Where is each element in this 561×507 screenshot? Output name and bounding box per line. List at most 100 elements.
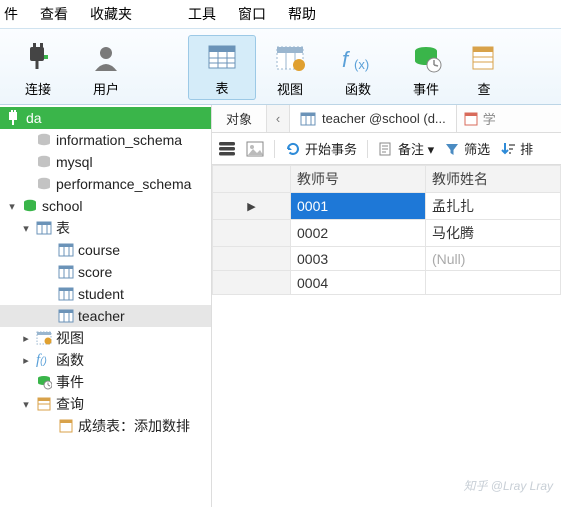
ribbon-view-label: 视图 xyxy=(277,79,303,98)
tree-queries-group[interactable]: ▾ 查询 xyxy=(0,393,211,415)
database-icon xyxy=(36,176,52,192)
tree-table-score[interactable]: score xyxy=(0,261,211,283)
menu-file[interactable]: 件 xyxy=(4,4,18,24)
grid-col-id[interactable]: 教师号 xyxy=(291,166,426,193)
ribbon-table[interactable]: 表 xyxy=(188,35,256,100)
grid-row[interactable]: 0003 (Null) xyxy=(213,247,561,271)
table-icon xyxy=(205,38,239,76)
toolbar-filter[interactable]: 筛选 xyxy=(444,139,490,158)
ribbon-function-label: 函数 xyxy=(345,79,371,98)
grid-cell-name[interactable] xyxy=(426,271,561,295)
tree-query-item[interactable]: 成绩表：添加数排 xyxy=(0,415,211,437)
main-area: da information_schema mysql performance_… xyxy=(0,105,561,507)
toolbar-rows-button[interactable] xyxy=(218,141,236,157)
grid-row[interactable]: 0002 马化腾 xyxy=(213,220,561,247)
toolbar-filter-label: 筛选 xyxy=(464,139,490,158)
memo-icon xyxy=(378,141,394,157)
toolbar-begin-tx[interactable]: 开始事务 xyxy=(285,139,357,158)
grid-corner xyxy=(213,166,291,193)
menu-tools[interactable]: 工具 xyxy=(188,4,216,24)
ribbon-table-label: 表 xyxy=(215,78,228,97)
event-icon xyxy=(409,39,443,77)
database-icon xyxy=(36,154,52,170)
tree-views-group[interactable]: ▸ 视图 xyxy=(0,327,211,349)
tree-db-information-schema[interactable]: information_schema xyxy=(0,129,211,151)
toolbar-img-button[interactable] xyxy=(246,141,264,157)
tab-extra[interactable]: 学 xyxy=(457,109,502,128)
grid-cell-null[interactable]: (Null) xyxy=(426,247,561,271)
grid-cell-id[interactable]: 0002 xyxy=(291,220,426,247)
chevron-right-icon[interactable]: ▸ xyxy=(20,332,32,345)
sort-icon xyxy=(500,141,516,157)
tree-table-label: score xyxy=(78,264,112,280)
row-indicator xyxy=(213,220,291,247)
grid-row[interactable]: 0004 xyxy=(213,271,561,295)
ribbon-connect[interactable]: 连接 xyxy=(4,37,72,100)
table-icon xyxy=(58,308,74,324)
data-toolbar: 开始事务 备注 ▾ 筛选 排 xyxy=(212,133,561,165)
tree-table-course[interactable]: course xyxy=(0,239,211,261)
user-icon xyxy=(89,39,123,77)
chevron-down-icon[interactable]: ▾ xyxy=(20,398,32,411)
plug-icon xyxy=(21,39,55,77)
chevron-right-icon[interactable]: ▸ xyxy=(20,354,32,367)
tree-db-school[interactable]: ▾ school xyxy=(0,195,211,217)
tab-extra-label: 学 xyxy=(483,109,496,128)
menu-view[interactable]: 查看 xyxy=(40,4,68,24)
chevron-down-icon[interactable]: ▾ xyxy=(6,200,18,213)
grid-cell-id[interactable]: 0003 xyxy=(291,247,426,271)
function-icon: f() xyxy=(36,352,52,369)
ribbon-toolbar: 连接 用户 表 视图 f(x) 函数 事件 查 xyxy=(0,28,561,105)
tree-table-student[interactable]: student xyxy=(0,283,211,305)
rows-icon xyxy=(218,141,236,157)
tree-functions-group[interactable]: ▸ f() 函数 xyxy=(0,349,211,371)
row-indicator-icon: ▶ xyxy=(213,193,291,220)
ribbon-view[interactable]: 视图 xyxy=(256,37,324,100)
tree-db-mysql[interactable]: mysql xyxy=(0,151,211,173)
toolbar-sort[interactable]: 排 xyxy=(500,139,533,158)
refresh-icon xyxy=(285,141,301,157)
ribbon-event[interactable]: 事件 xyxy=(392,37,460,100)
object-tree: da information_schema mysql performance_… xyxy=(0,105,212,507)
grid-col-name[interactable]: 教师姓名 xyxy=(426,166,561,193)
tree-events-label: 事件 xyxy=(56,372,84,392)
tab-open-table[interactable]: teacher @school (d... xyxy=(290,105,457,132)
ribbon-connect-label: 连接 xyxy=(25,79,51,98)
grid-cell-id[interactable]: 0001 xyxy=(291,193,426,220)
menu-fav[interactable]: 收藏夹 xyxy=(90,4,132,24)
table-icon xyxy=(36,220,52,236)
tree-events-group[interactable]: 事件 xyxy=(0,371,211,393)
tree-table-teacher[interactable]: teacher xyxy=(0,305,211,327)
chevron-down-icon[interactable]: ▾ xyxy=(20,222,32,235)
tab-prev-button[interactable]: ‹ xyxy=(266,105,290,132)
table-icon xyxy=(58,242,74,258)
tree-db-label: performance_schema xyxy=(56,176,191,192)
menu-window[interactable]: 窗口 xyxy=(238,4,266,24)
tree-connection-root[interactable]: da xyxy=(0,107,211,129)
ribbon-user[interactable]: 用户 xyxy=(72,37,140,100)
tree-db-performance-schema[interactable]: performance_schema xyxy=(0,173,211,195)
tree-table-label: course xyxy=(78,242,120,258)
tab-objects[interactable]: 对象 xyxy=(212,105,266,132)
menu-help[interactable]: 帮助 xyxy=(288,4,316,24)
data-grid[interactable]: 教师号 教师姓名 ▶ 0001 孟扎扎 0002 马化腾 0003 xyxy=(212,165,561,295)
svg-text:f: f xyxy=(342,47,351,72)
grid-cell-name[interactable]: 孟扎扎 xyxy=(426,193,561,220)
query-icon xyxy=(467,39,501,77)
query-icon xyxy=(58,418,74,434)
grid-row[interactable]: ▶ 0001 孟扎扎 xyxy=(213,193,561,220)
grid-body: ▶ 0001 孟扎扎 0002 马化腾 0003 (Null) 0004 xyxy=(213,193,561,295)
grid-cell-id[interactable]: 0004 xyxy=(291,271,426,295)
toolbar-memo[interactable]: 备注 ▾ xyxy=(378,139,434,158)
plug-small-icon xyxy=(6,110,22,126)
event-icon xyxy=(36,374,52,390)
tree-table-label: teacher xyxy=(78,308,125,324)
grid-cell-name[interactable]: 马化腾 xyxy=(426,220,561,247)
tree-queries-label: 查询 xyxy=(56,394,84,414)
tab-open-label: teacher @school (d... xyxy=(322,111,446,126)
toolbar-sort-label: 排 xyxy=(520,139,533,158)
svg-text:(x): (x) xyxy=(354,57,369,72)
ribbon-function[interactable]: f(x) 函数 xyxy=(324,37,392,100)
tree-tables-group[interactable]: ▾ 表 xyxy=(0,217,211,239)
ribbon-query[interactable]: 查 xyxy=(460,37,508,100)
